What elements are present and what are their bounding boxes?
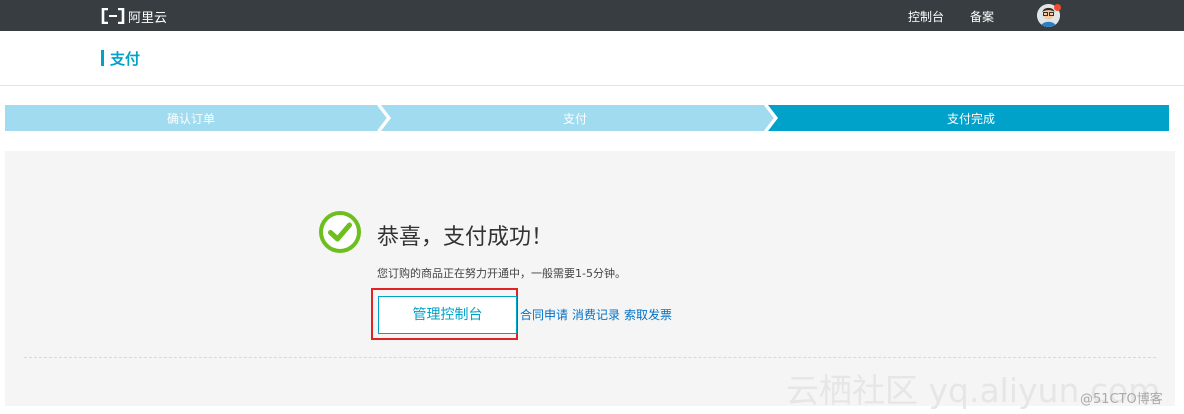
logo-text: 阿里云 [128,10,168,26]
page-header: 支付 [101,48,140,68]
page-title: 支付 [110,49,141,68]
title-accent-bar [101,50,104,66]
panel-divider [24,357,1156,358]
step-pay-complete: 支付完成 [946,112,995,126]
nav-link-filing[interactable]: 备案 [970,8,994,25]
aliyun-logo[interactable]: 阿里云 [101,6,167,26]
billing-records-link[interactable]: 消费记录 [572,308,620,322]
check-circle-icon [318,210,362,254]
header-divider [0,85,1184,86]
step-pay: 支付 [562,112,587,126]
progress-steps: 确认订单 支付 支付完成 [5,105,1169,131]
request-invoice-link[interactable]: 索取发票 [624,308,672,322]
success-title: 恭喜，支付成功！ [377,225,554,250]
notification-dot [1054,4,1061,11]
step-confirm-order: 确认订单 [166,112,215,126]
manage-console-button[interactable]: 管理控制台 [378,296,517,334]
watermark-credit: @51CTO博客 [1080,392,1163,407]
success-subtitle: 您订购的商品正在努力开通中，一般需要1-5分钟。 [377,267,626,280]
result-links: 合同申请 消费记录 索取发票 [520,306,676,323]
nav-link-console[interactable]: 控制台 [908,8,944,25]
aliyun-logo-icon [101,7,125,25]
contract-request-link[interactable]: 合同申请 [520,308,568,322]
top-navigation-bar: 阿里云 控制台 备案 [0,0,1184,31]
